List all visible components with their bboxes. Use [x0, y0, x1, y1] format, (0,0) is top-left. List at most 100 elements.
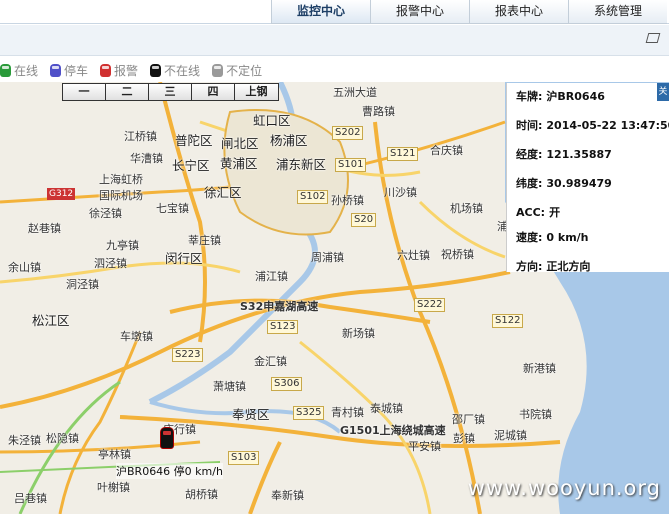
road-tag-g312: G312 [47, 188, 76, 200]
district-label: 虹口区 [253, 113, 291, 128]
road-label: S32申嘉湖高速 [240, 300, 319, 313]
district-label: 松江区 [32, 313, 70, 328]
car-alarm-icon [100, 63, 112, 77]
town-label: 新场镇 [342, 327, 375, 340]
info-key: 纬度: [516, 177, 543, 190]
district-label: 闵行区 [165, 251, 203, 266]
info-key: 时间: [516, 119, 543, 132]
road-shield: S121 [387, 147, 419, 161]
legend-online: 在线 [0, 62, 38, 79]
road-shield: S103 [228, 451, 260, 465]
vehicle-marker[interactable] [160, 427, 174, 449]
road-shield: S223 [172, 348, 204, 362]
car-offline-icon [150, 63, 162, 77]
town-label: 吕巷镇 [14, 492, 47, 505]
town-label: 胡桥镇 [185, 488, 218, 501]
town-label: 余山镇 [8, 261, 41, 274]
tab-monitor-center[interactable]: 监控中心 [271, 0, 370, 24]
car-unlocated-icon [212, 63, 224, 77]
town-label: 萧塘镇 [213, 380, 246, 393]
district-label: 普陀区 [175, 133, 213, 148]
district-label: 闸北区 [221, 136, 259, 151]
road-label: G1501上海绕城高速 [340, 424, 446, 437]
district-label: 黄浦区 [220, 156, 258, 171]
vehicle-label: 沪BR0646 停0 km/h [116, 463, 223, 479]
road-shield: S202 [332, 126, 364, 140]
road-shield: S101 [335, 158, 367, 172]
zoom-level-2[interactable]: 二 [106, 84, 149, 100]
info-key: ACC: [516, 206, 546, 219]
info-plate: 车牌: 沪BR0646 [516, 88, 669, 117]
edit-icon[interactable] [645, 33, 661, 43]
info-close-button[interactable]: 关 [657, 83, 669, 101]
watermark: www.wooyun.org [467, 476, 661, 500]
car-online-icon [0, 63, 11, 77]
tab-alarm-center[interactable]: 报警中心 [370, 0, 469, 24]
zoom-level-4[interactable]: 四 [192, 84, 235, 100]
road-shield: S123 [267, 320, 299, 334]
town-label: 九亭镇 [106, 239, 139, 252]
tab-report-center[interactable]: 报表中心 [469, 0, 568, 24]
info-key: 方向: [516, 260, 543, 273]
town-label: 朱泾镇 [8, 434, 41, 447]
town-label: 平安镇 [408, 440, 441, 453]
legend-label: 停车 [64, 63, 89, 78]
road-shield: S20 [351, 213, 377, 227]
info-key: 速度: [516, 231, 543, 244]
top-nav-bar: 监控中心 报警中心 报表中心 系统管理 [0, 0, 669, 24]
tab-system-admin[interactable]: 系统管理 [568, 0, 667, 24]
town-label: 泗泾镇 [94, 257, 127, 270]
town-label: 莘庄镇 [188, 234, 221, 247]
town-label: 川沙镇 [384, 186, 417, 199]
district-label: 奉贤区 [232, 407, 270, 422]
legend-alarm: 报警 [100, 62, 138, 79]
town-label: 新港镇 [523, 362, 556, 375]
district-label: 杨浦区 [270, 133, 308, 148]
road-shield: S306 [271, 377, 303, 391]
town-label: 邵厂镇 [452, 413, 485, 426]
zoom-shanghai[interactable]: 上钢 [235, 84, 278, 100]
town-label: 书院镇 [519, 408, 552, 421]
legend-label: 报警 [114, 63, 139, 78]
legend-offline: 不在线 [150, 62, 200, 79]
town-label: 奉新镇 [271, 489, 304, 502]
district-label: 浦东新区 [276, 157, 327, 172]
info-time: 时间: 2014-05-22 13:47:50 [516, 117, 669, 146]
town-label: 徐泾镇 [89, 207, 122, 220]
district-label: 徐汇区 [204, 185, 242, 200]
info-value: 正北方向 [546, 260, 591, 273]
info-key: 经度: [516, 148, 543, 161]
town-label: 华漕镇 [130, 152, 163, 165]
road-shield: S325 [293, 406, 325, 420]
info-speed: 速度: 0 km/h [516, 229, 669, 258]
town-label: 车墩镇 [120, 330, 153, 343]
road-shield: S122 [492, 314, 524, 328]
town-label: 洞泾镇 [66, 278, 99, 291]
main-tabs: 监控中心 报警中心 报表中心 系统管理 [271, 0, 667, 24]
town-label: 泥城镇 [494, 429, 527, 442]
town-label: 祝桥镇 [441, 248, 474, 261]
airport-label: 上海虹桥国际机场 [99, 173, 143, 202]
legend-label: 不在线 [164, 63, 201, 78]
legend-label: 不定位 [226, 63, 263, 78]
zoom-level-3[interactable]: 三 [149, 84, 192, 100]
town-label: 机场镇 [450, 202, 483, 215]
info-value: 0 km/h [546, 231, 589, 244]
town-label: 孙桥镇 [331, 194, 364, 207]
town-label: 叶榭镇 [97, 481, 130, 494]
info-longitude: 经度: 121.35887 [516, 146, 669, 175]
town-label: 七宝镇 [156, 202, 189, 215]
status-legend: 在线 停车 报警 不在线 不定位 [0, 58, 669, 82]
town-label: 青村镇 [331, 406, 364, 419]
town-label: 浦江镇 [255, 270, 288, 283]
town-label: 周浦镇 [311, 251, 344, 264]
info-value: 30.989479 [546, 177, 612, 190]
legend-parked: 停车 [50, 62, 88, 79]
info-value: 2014-05-22 13:47:50 [546, 119, 669, 132]
zoom-level-1[interactable]: 一 [63, 84, 106, 100]
district-label: 长宁区 [172, 158, 210, 173]
info-key: 车牌: [516, 90, 543, 103]
town-label: 六灶镇 [397, 249, 430, 262]
legend-label: 在线 [14, 63, 39, 78]
info-value: 开 [549, 206, 561, 219]
